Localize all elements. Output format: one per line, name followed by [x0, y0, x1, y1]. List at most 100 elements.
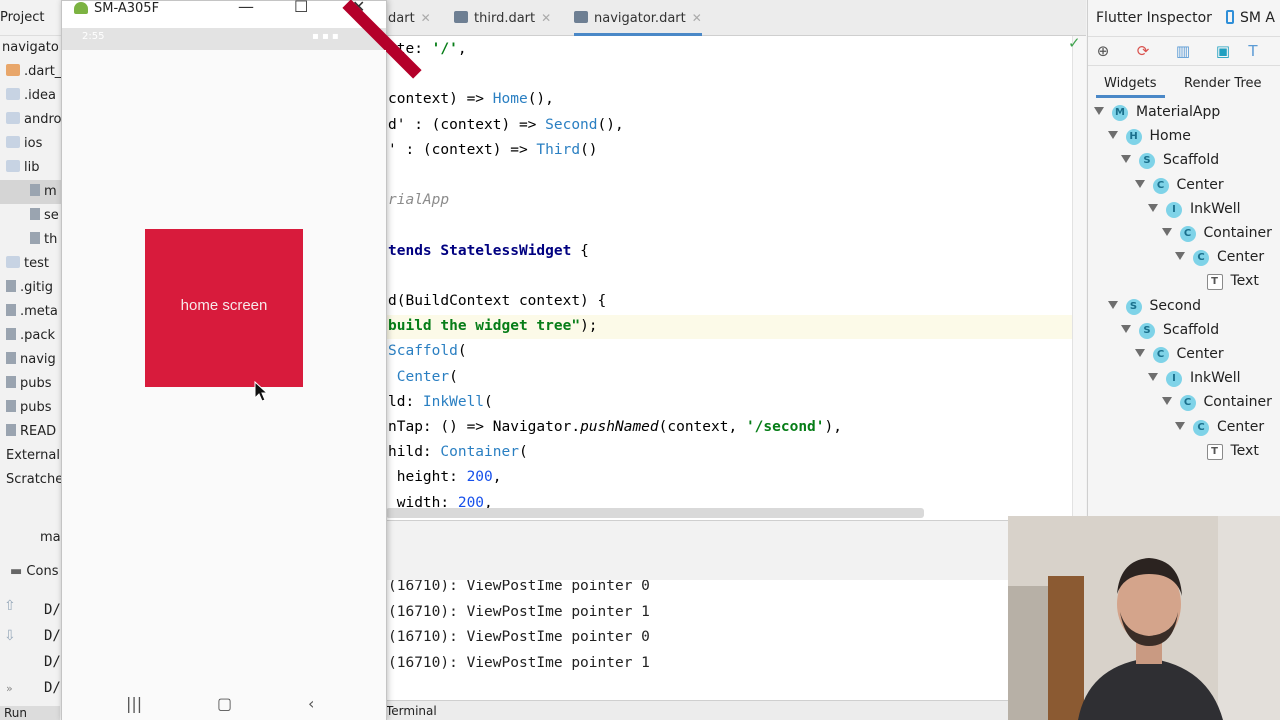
- widget-label: MaterialApp: [1136, 104, 1221, 120]
- recents-icon[interactable]: |||: [126, 694, 142, 713]
- widget-tree-node[interactable]: C Center: [1134, 342, 1224, 366]
- expand-triangle-icon[interactable]: [1175, 252, 1185, 261]
- select-widget-icon[interactable]: ⊕: [1094, 42, 1112, 60]
- expand-triangle-icon[interactable]: [1121, 324, 1131, 333]
- expand-triangle-icon[interactable]: [1148, 373, 1158, 382]
- maximize-icon[interactable]: ☐: [294, 0, 308, 15]
- close-icon[interactable]: ✕: [421, 11, 431, 25]
- widget-label: Center: [1217, 249, 1265, 266]
- widget-type-icon: I: [1166, 201, 1182, 218]
- widget-type-icon: S: [1125, 298, 1142, 315]
- project-item[interactable]: Scratche: [0, 468, 61, 492]
- close-icon[interactable]: ✕: [541, 11, 551, 25]
- widget-tree-node[interactable]: S Scaffold: [1121, 148, 1219, 172]
- performance-icon[interactable]: ▥: [1174, 42, 1192, 60]
- folder-icon: [6, 64, 20, 76]
- tab-widgets[interactable]: Widgets: [1096, 70, 1165, 98]
- project-item[interactable]: m: [0, 180, 61, 204]
- widget-tree-node[interactable]: C Container: [1161, 221, 1272, 245]
- widget-tree-node[interactable]: I InkWell: [1148, 366, 1241, 390]
- project-item[interactable]: test: [0, 252, 61, 276]
- console-output[interactable]: (16710): ViewPostIme pointer 0 (16710): V…: [386, 580, 1008, 700]
- widget-tree-node[interactable]: H Home: [1107, 124, 1191, 148]
- inspector-toolbar: ⊕ ⟳ ▥ ▣ T: [1088, 36, 1280, 66]
- project-panel-header[interactable]: Project: [0, 0, 61, 36]
- expand-triangle-icon[interactable]: [1134, 179, 1145, 188]
- expand-triangle-icon[interactable]: [1161, 397, 1172, 406]
- code-line: ' : (context) => Third(): [388, 141, 598, 158]
- code-editor[interactable]: ute: '/', context) => Home(), d' : (contex…: [386, 36, 1086, 520]
- project-item[interactable]: .dart_: [0, 60, 61, 84]
- widget-tree-node[interactable]: S Scaffold: [1121, 318, 1219, 342]
- expand-triangle-icon[interactable]: [1094, 107, 1104, 115]
- project-item[interactable]: .gitig: [0, 276, 61, 300]
- inspector-device-tab[interactable]: SM A: [1226, 0, 1275, 36]
- project-item[interactable]: ios: [0, 132, 61, 156]
- arrow-down-icon[interactable]: ⇩: [4, 628, 16, 644]
- project-item[interactable]: se: [0, 204, 61, 228]
- widget-tree-node[interactable]: S Second: [1107, 294, 1201, 318]
- project-item[interactable]: navig: [0, 348, 61, 372]
- debug-paint-icon[interactable]: ▣: [1214, 42, 1232, 60]
- project-item[interactable]: .meta: [0, 300, 61, 324]
- expand-triangle-icon[interactable]: [1107, 131, 1118, 140]
- widget-tree-node[interactable]: C Center: [1175, 245, 1264, 269]
- refresh-icon[interactable]: ⟳: [1134, 42, 1152, 60]
- phone-nav-bar: ||| ▢ ‹: [62, 690, 386, 720]
- phone-icon: [1226, 10, 1234, 24]
- widget-label: InkWell: [1190, 200, 1241, 217]
- file-icon: [6, 424, 16, 436]
- terminal-tab[interactable]: Terminal: [386, 704, 437, 718]
- project-item[interactable]: READ: [0, 420, 61, 444]
- horizontal-scrollbar[interactable]: [386, 508, 924, 518]
- inspector-title[interactable]: Flutter Inspector: [1096, 0, 1212, 36]
- expand-triangle-icon[interactable]: [1134, 349, 1145, 357]
- run-tool-tab[interactable]: Run: [0, 706, 60, 720]
- project-item[interactable]: lib: [0, 156, 61, 180]
- no-errors-check-icon: ✓: [1068, 34, 1081, 52]
- home-icon[interactable]: ▢: [217, 694, 232, 713]
- widget-tree-node[interactable]: M MaterialApp: [1094, 100, 1220, 124]
- close-icon[interactable]: ✕: [692, 11, 702, 25]
- arrow-up-icon[interactable]: ⇧: [4, 598, 16, 614]
- back-icon[interactable]: ‹: [308, 694, 314, 713]
- run-config-tab[interactable]: ma: [40, 530, 61, 545]
- text-baseline-icon[interactable]: T: [1244, 42, 1262, 60]
- emulator-title-bar[interactable]: SM-A305F — ☐ ✕: [62, 0, 386, 17]
- project-item[interactable]: .idea: [0, 84, 61, 108]
- expand-triangle-icon[interactable]: [1175, 421, 1185, 430]
- widget-tree-node[interactable]: C Center: [1134, 173, 1224, 197]
- widget-label: Scaffold: [1163, 321, 1220, 338]
- device-label: SM A: [1240, 10, 1275, 26]
- home-screen-button[interactable]: home screen: [145, 229, 303, 387]
- tab-navigator-dart[interactable]: navigator.dart ✕: [574, 0, 702, 36]
- project-item[interactable]: pubs: [0, 372, 61, 396]
- console-icon: ▬: [10, 564, 27, 579]
- widget-tree-node[interactable]: T Text: [1189, 269, 1259, 293]
- expand-triangle-icon[interactable]: [1121, 155, 1131, 164]
- project-item-label: lib: [24, 160, 40, 175]
- widget-tree-node[interactable]: C Center: [1175, 415, 1264, 439]
- expand-triangle-icon[interactable]: [1148, 203, 1158, 212]
- project-item[interactable]: andro: [0, 108, 61, 132]
- project-item[interactable]: th: [0, 228, 61, 252]
- project-item[interactable]: External: [0, 444, 61, 468]
- project-item-label: andro: [24, 112, 61, 127]
- tab-render-tree[interactable]: Render Tree: [1176, 70, 1270, 98]
- expand-triangle-icon[interactable]: [1161, 228, 1172, 236]
- minimize-icon[interactable]: —: [238, 0, 254, 15]
- code-line: Scaffold(: [388, 343, 467, 360]
- project-item[interactable]: navigato: [0, 36, 61, 60]
- expand-icon[interactable]: »: [6, 682, 13, 695]
- project-item-label: .gitig: [20, 280, 53, 295]
- widget-tree-node[interactable]: C Container: [1161, 390, 1272, 414]
- project-item[interactable]: .pack: [0, 324, 61, 348]
- editor-scrollbar[interactable]: [1072, 36, 1086, 520]
- expand-triangle-icon[interactable]: [1107, 300, 1118, 309]
- widget-tree-node[interactable]: T Text: [1189, 439, 1259, 463]
- tab-main-dart[interactable]: dart ✕: [388, 0, 431, 36]
- widget-tree-node[interactable]: I InkWell: [1148, 197, 1241, 221]
- project-item[interactable]: pubs: [0, 396, 61, 420]
- tab-third-dart[interactable]: third.dart ✕: [454, 0, 551, 36]
- console-tab[interactable]: ▬ Cons: [10, 564, 58, 579]
